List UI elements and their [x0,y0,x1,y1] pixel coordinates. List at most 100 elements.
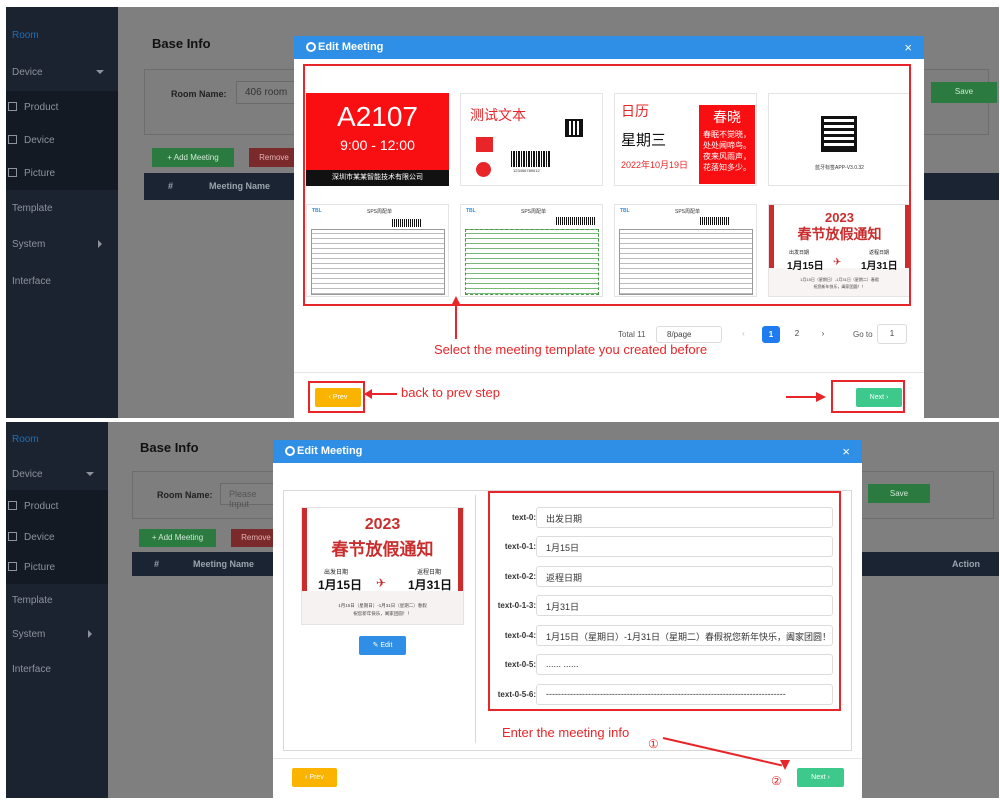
sidebar-item-product[interactable]: Product [6,490,108,523]
holiday-year: 2023 [364,516,401,533]
remove-button[interactable]: Remove [249,148,299,167]
templates-highlight [303,64,911,306]
annotation-step-2: ② [771,774,782,788]
chevron-down-icon [86,472,94,480]
sidebar-item-system[interactable]: System [6,228,118,261]
page-button-2[interactable]: 2 [788,326,806,343]
col-action: Action [952,559,980,569]
sidebar-item-device[interactable]: Device [6,521,108,554]
prev-highlight [308,381,365,413]
form-divider [475,495,476,743]
page-button-1[interactable]: 1 [762,326,780,343]
sidebar-item-interface[interactable]: Interface [6,653,108,686]
edit-meeting-modal: Edit Meeting × A2107 9:00 - 12:00 深圳市某某智… [294,36,924,418]
image-icon [8,168,17,177]
sidebar-item-picture[interactable]: Picture [6,551,108,584]
room-name-placeholder: Please Input [229,489,257,509]
footer-divider [273,758,862,759]
room-name-label: Room Name: [157,490,213,500]
plane-icon: ✈ [376,576,387,590]
goto-input[interactable]: 1 [877,324,907,344]
room-name-input[interactable]: Please Input [220,483,280,509]
holiday-title: 春节放假通知 [331,540,434,559]
annotation-back: back to prev step [401,385,500,400]
sidebar-item-picture[interactable]: Picture [6,157,118,190]
sidebar-item-device-group[interactable]: Device [6,56,118,89]
chevron-right-icon [88,630,96,638]
fields-highlight [488,491,841,711]
arrow-line [455,305,457,339]
holiday-from-label: 出发日期 [324,570,349,576]
image-icon [8,562,17,571]
gear-icon [306,42,316,52]
sidebar-item-product[interactable]: Product [6,91,118,124]
prev-button[interactable]: ‹ Prev [292,768,337,787]
holiday-note: 祝您新年快乐，阖家团圆！！ [353,611,412,616]
holiday-to-label: 返程日期 [417,570,442,576]
sidebar-item-template[interactable]: Template [6,192,118,225]
page-title: Base Info [140,440,199,455]
add-meeting-button[interactable]: + Add Meeting [152,148,234,167]
sidebar: Room Device Product Device Picture Templ… [6,7,118,418]
next-page-button[interactable]: › [814,326,832,343]
sidebar-item-room[interactable]: Room [6,423,118,456]
sidebar: Room Device Product Device Picture Templ… [6,422,108,798]
holiday-note: 1月15日（星期日）-1月31日（星期二）春假 [338,603,427,608]
chevron-down-icon [96,70,104,78]
sidebar-item-label: Device [12,469,43,480]
sidebar-item-device-group[interactable]: Device [6,458,108,491]
arrow-head [451,296,461,306]
sidebar-item-template[interactable]: Template [6,584,108,617]
close-icon[interactable]: × [842,440,850,463]
add-meeting-button[interactable]: + Add Meeting [139,529,216,547]
modal-header: Edit Meeting × [273,440,862,463]
bottom-screenshot: Room Device Product Device Picture Templ… [6,422,999,798]
annotation-enter-info: Enter the meeting info [502,725,630,740]
sidebar-item-interface[interactable]: Interface [6,265,118,298]
template-preview: 2023 春节放假通知 出发日期 返程日期 1月15日 ✈ 1月31日 1月15… [301,507,464,625]
sidebar-item-system[interactable]: System [6,618,108,651]
sidebar-item-label: System [12,629,46,640]
edit-meeting-modal: Edit Meeting × 2023 春节放假通知 出发日期 返程日期 1月1… [273,440,862,798]
sidebar-item-label: Device [12,67,43,78]
sidebar-item-device[interactable]: Device [6,124,118,157]
page-size-select[interactable]: 8/page [656,326,722,343]
save-button[interactable]: Save [931,82,997,103]
sidebar-item-room[interactable]: Room [6,19,118,52]
sidebar-item-label: System [12,239,46,250]
next-button[interactable]: Next › [797,768,844,787]
gear-icon [285,446,295,456]
device-icon [8,532,17,541]
sidebar-item-label: Picture [24,562,56,573]
chevron-right-icon [98,240,106,248]
edit-template-button[interactable]: ✎ Edit [359,636,406,655]
save-button[interactable]: Save [868,484,930,503]
arrow-line [786,396,816,398]
next-highlight [831,380,905,413]
edit-label: Edit [380,642,393,649]
sidebar-item-label: Product [24,501,59,512]
arrow-head [780,760,790,770]
close-icon[interactable]: × [904,36,912,59]
col-meeting-name: Meeting Name [193,559,255,569]
annotation-select-template: Select the meeting template you created … [434,342,708,357]
arrow-line [371,393,397,395]
modal-title: Edit Meeting [318,41,384,53]
prev-page-button[interactable]: ‹ [735,326,752,343]
goto-label: Go to [853,330,873,339]
list-icon [8,102,17,111]
pagination-total: Total 11 [618,330,646,339]
annotation-step-1: ① [648,737,659,751]
holiday-to: 1月31日 [408,578,453,592]
sidebar-item-label: Device [24,532,55,543]
device-icon [8,135,17,144]
sidebar-item-label: Device [24,135,55,146]
sidebar-item-label: Product [24,102,59,113]
footer-divider [294,372,924,373]
arrow-head [816,392,826,402]
modal-header: Edit Meeting × [294,36,924,59]
col-index: # [154,559,160,569]
col-meeting-name: Meeting Name [209,181,271,191]
holiday-from: 1月15日 [318,578,363,592]
page-title: Base Info [152,36,211,51]
